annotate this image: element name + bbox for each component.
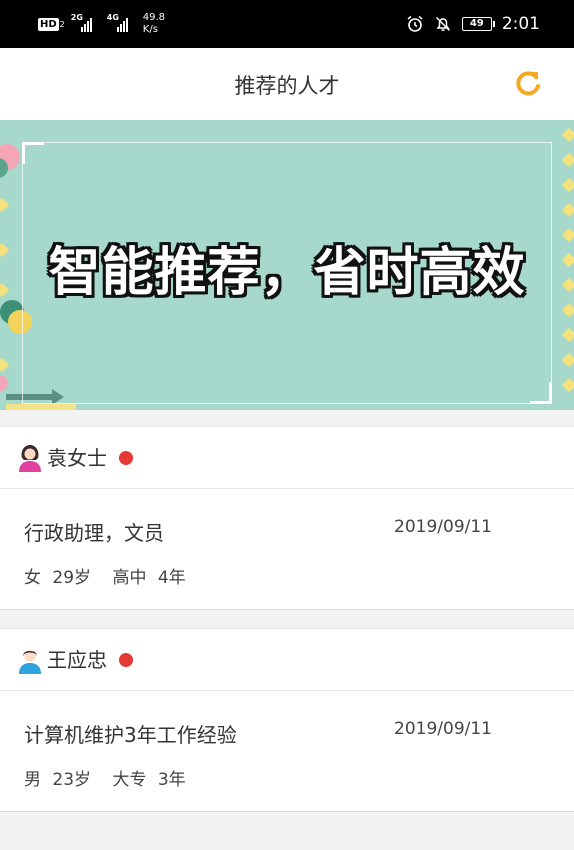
- candidate-name: 王应忠: [47, 648, 107, 672]
- post-date: 2019/09/11: [394, 719, 492, 739]
- status-time: 2:01: [501, 14, 540, 34]
- speed-unit: K/s: [142, 24, 158, 35]
- new-indicator-dot: [119, 653, 133, 667]
- status-left: HD 2 2G 4G 49.8 K/s: [38, 10, 165, 38]
- decor-diamond: [561, 202, 574, 218]
- hd-label: HD: [38, 17, 59, 31]
- candidate-card[interactable]: 袁女士 行政助理，文员 2019/09/11 女 29岁 高中 4年: [0, 426, 574, 610]
- network-speed: 49.8 K/s: [143, 12, 165, 36]
- female-avatar-icon: [19, 445, 41, 472]
- decor-diamond: [561, 177, 574, 193]
- hd-badge: HD 2: [38, 17, 65, 31]
- male-avatar-icon: [19, 650, 41, 674]
- candidate-header: 袁女士: [0, 427, 574, 489]
- refresh-icon[interactable]: [512, 68, 544, 100]
- frame-corner: [22, 142, 44, 164]
- decor-diamond: [0, 197, 10, 213]
- candidate-body[interactable]: 行政助理，文员 2019/09/11 女 29岁 高中 4年: [0, 489, 574, 609]
- gender: 男: [24, 770, 41, 790]
- decor-diamond: [561, 327, 574, 343]
- status-right: 49 2:01: [406, 10, 540, 38]
- new-indicator-dot: [119, 451, 133, 465]
- decor-diamond: [561, 127, 574, 143]
- banner-slogan: 智能推荐，省时高效: [48, 243, 526, 303]
- hd-sub: 2: [59, 19, 65, 29]
- education: 大专: [112, 770, 147, 790]
- app-header: 推荐的人才: [0, 48, 574, 120]
- candidate-header: 王应忠: [0, 629, 574, 691]
- candidate-meta: 男 23岁 大专 3年: [24, 765, 186, 790]
- job-title: 计算机维护3年工作经验: [24, 723, 237, 747]
- education: 高中: [112, 568, 147, 588]
- status-bar: HD 2 2G 4G 49.8 K/s 49 2:01: [0, 0, 574, 48]
- post-date: 2019/09/11: [394, 517, 492, 537]
- candidate-name: 袁女士: [47, 446, 107, 470]
- signal-icon: 2G: [71, 13, 101, 35]
- candidate-body[interactable]: 计算机维护3年工作经验 2019/09/11 男 23岁 大专 3年: [0, 691, 574, 811]
- decor-diamond: [561, 377, 574, 393]
- alarm-icon: [407, 15, 423, 32]
- decor-diamond: [561, 302, 574, 318]
- signal-icon-2: 4G: [107, 13, 137, 35]
- decor-diamond: [0, 357, 10, 373]
- page-title: 推荐的人才: [234, 74, 340, 98]
- job-title: 行政助理，文员: [24, 521, 164, 545]
- battery-icon: 49: [461, 17, 495, 31]
- promo-banner[interactable]: 智能推荐，省时高效: [0, 120, 574, 410]
- decor-stripe: [6, 404, 76, 410]
- experience: 3年: [157, 770, 186, 790]
- decor-diamond: [561, 152, 574, 168]
- experience: 4年: [157, 568, 186, 588]
- age: 23岁: [52, 770, 92, 790]
- gender: 女: [24, 568, 41, 588]
- candidate-meta: 女 29岁 高中 4年: [24, 563, 186, 588]
- mute-bell-icon: [435, 16, 450, 32]
- speed-value: 49.8: [142, 12, 166, 23]
- age: 29岁: [52, 568, 92, 588]
- frame-corner: [530, 382, 552, 404]
- candidate-card[interactable]: 王应忠 计算机维护3年工作经验 2019/09/11 男 23岁 大专 3年: [0, 628, 574, 812]
- battery-level: 49: [469, 18, 484, 29]
- decor-diamond: [561, 352, 574, 368]
